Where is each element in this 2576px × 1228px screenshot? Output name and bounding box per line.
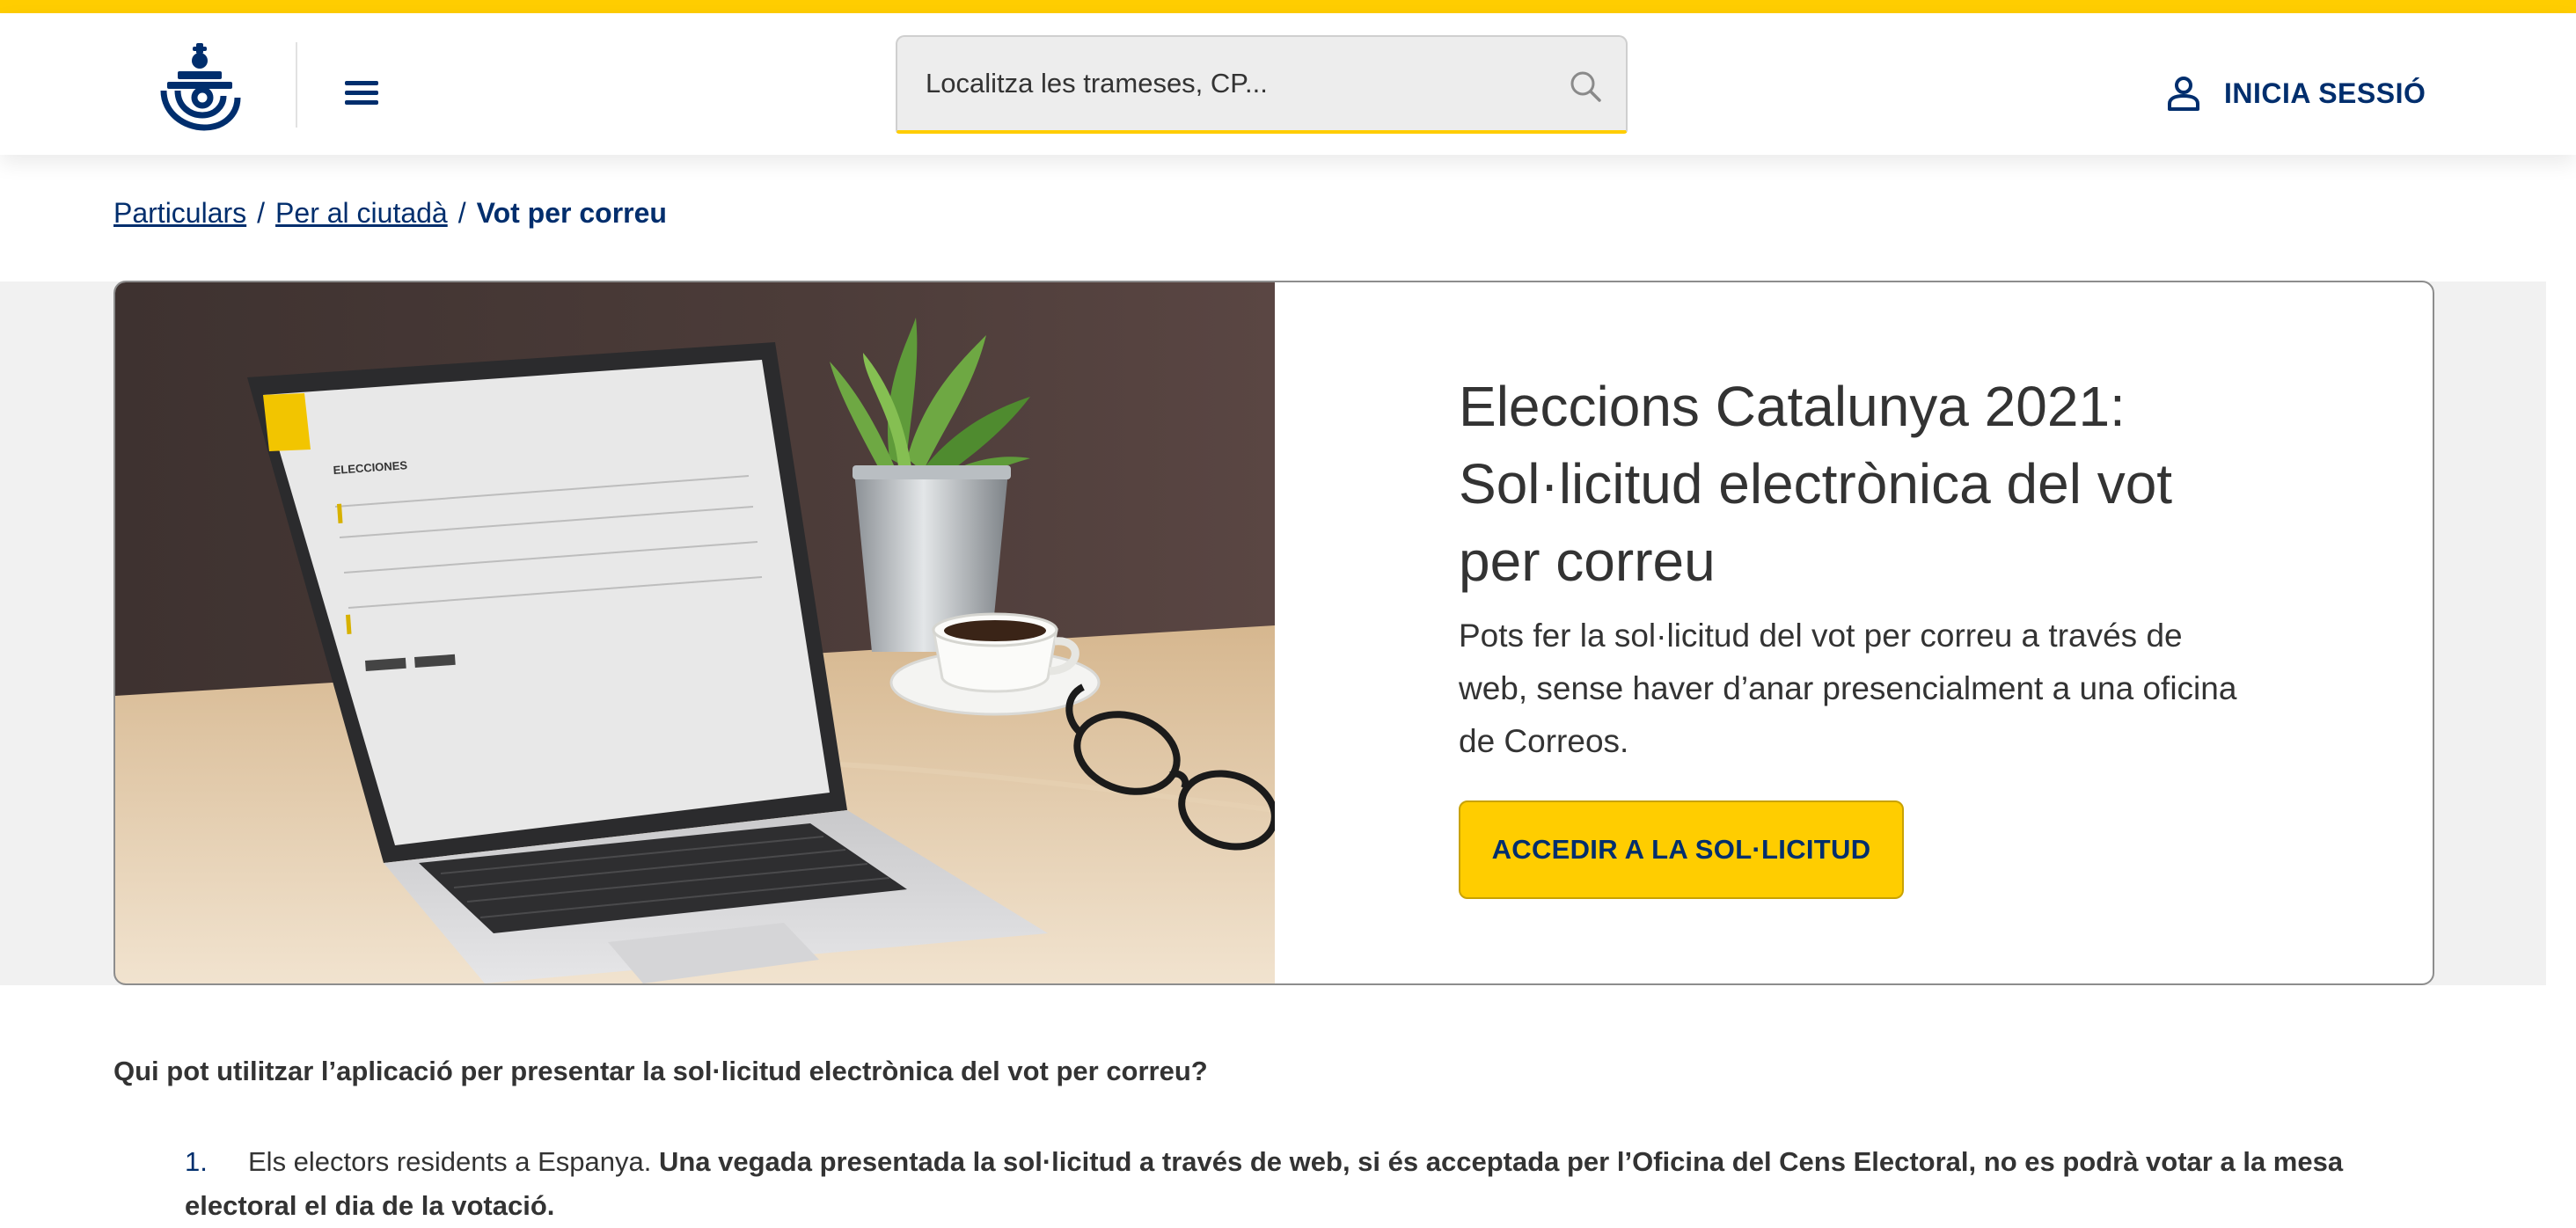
- access-request-button[interactable]: ACCEDIR A LA SOL·LICITUD: [1459, 800, 1904, 899]
- login-button[interactable]: INICIA SESSIÓ: [2166, 71, 2426, 115]
- site-header: INICIA SESSIÓ: [0, 13, 2576, 155]
- breadcrumb-current: Vot per correu: [476, 197, 667, 229]
- top-accent-bar: [0, 0, 2576, 13]
- search-input[interactable]: [926, 37, 1541, 130]
- laptop-photo-illustration: ELECCIONES: [115, 282, 1275, 983]
- list-item-number: 1.: [185, 1146, 208, 1177]
- login-label: INICIA SESSIÓ: [2224, 77, 2426, 109]
- search-bar[interactable]: [896, 35, 1628, 134]
- hero-description: Pots fer la sol·licitud del vot per corr…: [1459, 618, 2237, 759]
- breadcrumb-separator: /: [457, 197, 466, 229]
- breadcrumb-separator: /: [257, 197, 266, 229]
- hero-title: Eleccions Catalunya 2021: Sol·licitud el…: [1459, 375, 2173, 593]
- list-item-text: Els electors residents a Espanya.: [248, 1146, 659, 1177]
- breadcrumb-link-particulars[interactable]: Particulars: [113, 197, 246, 230]
- correos-logo-icon[interactable]: [151, 40, 248, 136]
- breadcrumb-link-per-al-ciutada[interactable]: Per al ciutadà: [275, 197, 448, 230]
- section-question: Qui pot utilitzar l’aplicació per presen…: [113, 1056, 1208, 1086]
- hero-image: ELECCIONES: [115, 282, 1275, 983]
- list-item: 1. Els electors residents a Espanya. Una …: [185, 1140, 2437, 1228]
- breadcrumb: Particulars / Per al ciutadà / Vot per c…: [113, 197, 667, 230]
- access-request-button-label: ACCEDIR A LA SOL·LICITUD: [1491, 834, 1871, 865]
- header-divider: [296, 42, 297, 128]
- hamburger-menu-icon[interactable]: [345, 81, 382, 107]
- search-icon[interactable]: [1568, 69, 1603, 104]
- user-icon: [2168, 77, 2199, 111]
